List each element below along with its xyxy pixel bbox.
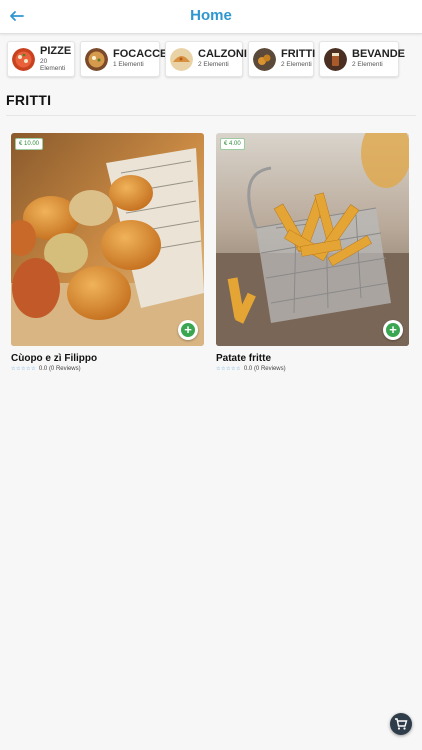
- review-count: (0 Reviews): [253, 366, 286, 372]
- category-name: FRITTI: [281, 48, 316, 61]
- category-count: 1 Elementi: [113, 61, 144, 69]
- category-name: FOCACCE: [113, 48, 168, 61]
- category-count: 2 Elementi: [281, 61, 312, 69]
- category-pizze[interactable]: PIZZE 20 Elementi: [7, 41, 75, 77]
- category-name: PIZZE: [40, 45, 72, 57]
- page-title: Home: [190, 7, 232, 24]
- add-to-cart-button[interactable]: +: [383, 320, 403, 340]
- category-bevande[interactable]: BEVANDE 2 Elementi: [319, 41, 405, 77]
- product-rating: ☆ ☆ ☆ ☆ ☆ 0.0 (0 Reviews): [11, 366, 204, 372]
- add-to-cart-button[interactable]: +: [178, 320, 198, 340]
- category-name: CALZONI: [198, 48, 247, 61]
- category-count: 20 Elementi: [40, 58, 66, 72]
- category-count: 2 Elementi: [198, 61, 229, 69]
- product-name[interactable]: Cùopo e zì Filippo: [11, 353, 204, 364]
- category-calzoni[interactable]: CALZONI 2 Elementi: [165, 41, 247, 77]
- review-count: (0 Reviews): [48, 366, 81, 372]
- category-focacce[interactable]: FOCACCE 1 Elementi: [80, 41, 167, 77]
- star-rating-icon: ☆ ☆ ☆ ☆ ☆: [216, 366, 241, 372]
- product-card[interactable]: € 10.00 + Cùopo e zì Filippo ☆ ☆ ☆ ☆ ☆ 0.0 (…: [11, 133, 204, 372]
- section-title: FRITTI: [6, 92, 52, 108]
- price-badge: € 4.00: [220, 138, 245, 150]
- category-bar: PIZZE 20 Elementi FOCACCE 1 Elementi CALZO…: [7, 41, 417, 79]
- category-fritti[interactable]: FRITTI 2 Elementi: [248, 41, 316, 77]
- star-rating-icon: ☆ ☆ ☆ ☆ ☆: [11, 366, 36, 372]
- rating-value: 0.0: [243, 366, 253, 372]
- product-name[interactable]: Patate fritte: [216, 353, 409, 364]
- section-divider: [6, 115, 416, 116]
- product-image[interactable]: € 4.00 +: [216, 133, 409, 346]
- focaccia-thumb: [85, 47, 108, 71]
- category-name: BEVANDE: [352, 48, 405, 61]
- rating-value: 0.0: [38, 366, 48, 372]
- drink-thumb: [324, 47, 347, 71]
- category-count: 2 Elementi: [352, 61, 383, 69]
- product-image[interactable]: € 10.00 +: [11, 133, 204, 346]
- cart-icon[interactable]: [390, 713, 412, 735]
- product-card[interactable]: € 4.00 + Patate fritte ☆ ☆ ☆ ☆ ☆ 0.0 (0 Revi…: [216, 133, 409, 372]
- price-badge: € 10.00: [15, 138, 44, 150]
- product-rating: ☆ ☆ ☆ ☆ ☆ 0.0 (0 Reviews): [216, 366, 409, 372]
- fried-thumb: [253, 47, 276, 71]
- plus-icon: +: [181, 323, 195, 337]
- plus-icon: +: [386, 323, 400, 337]
- app-header: Home: [0, 0, 422, 34]
- pizza-thumb: [12, 47, 35, 71]
- calzone-thumb: [170, 47, 193, 71]
